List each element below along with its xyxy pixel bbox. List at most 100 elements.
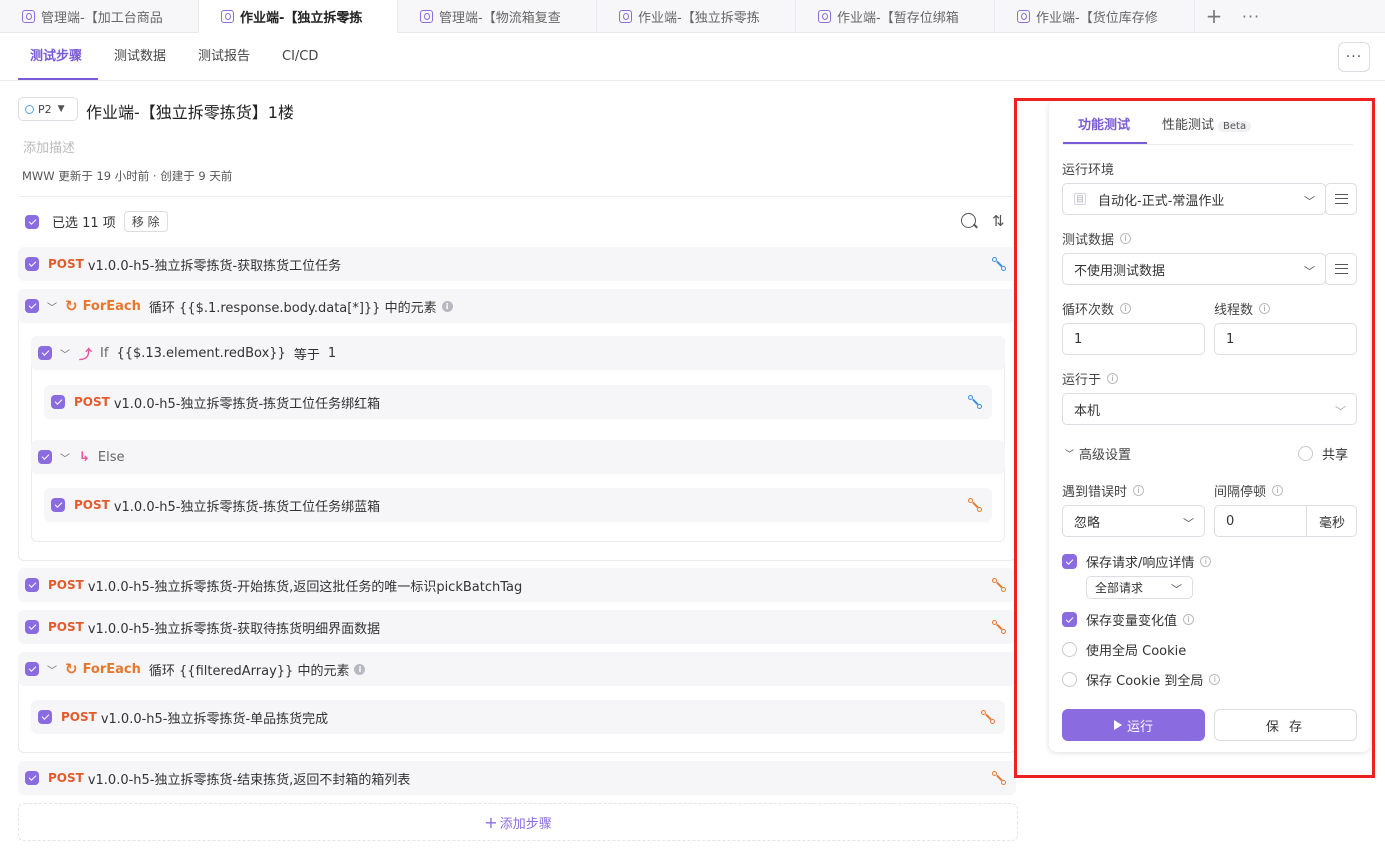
http-method: POST [48,771,84,785]
chevron-down-icon[interactable]: ﹀ [47,662,57,677]
link-icon[interactable] [992,257,1006,271]
plus-icon: + [484,812,498,832]
if-operator: 等于 [293,347,320,363]
step-path: v1.0.0-h5-独立拆零拣货-单品拣货完成 [100,711,329,727]
add-step-button[interactable]: + 添加步骤 [18,803,1018,841]
step-checkbox[interactable] [25,299,39,313]
step-checkbox[interactable] [51,395,65,409]
case-title[interactable]: 作业端-【独立拆零拣货】1楼 [86,99,294,123]
step-row[interactable]: POST v1.0.0-h5-独立拆零拣货-获取待拣货明细界面数据 [18,610,1016,644]
foreach-expression: 循环 {{$.1.response.body.data[*]}} 中的元素 [148,300,437,316]
else-header[interactable]: ﹀ ↳ Else [31,440,1005,474]
new-tab-plus-icon[interactable]: + [1195,0,1233,32]
search-icon[interactable] [961,213,976,228]
link-icon[interactable] [992,578,1006,592]
step-checkbox[interactable] [25,578,39,592]
step-row[interactable]: POST v1.0.0-h5-独立拆零拣货-结束拣货,返回不封箱的箱列表 [18,761,1016,795]
info-icon[interactable]: i [354,663,366,675]
api-case-icon [22,10,35,23]
step-checkbox[interactable] [38,450,52,464]
else-keyword: Else [97,449,125,465]
highlight-annotation-box [1014,98,1375,778]
loop-icon: ↻ [65,660,78,678]
foreach-keyword: ForEach [82,661,141,677]
step-checkbox[interactable] [51,498,65,512]
chevron-down-icon[interactable]: ﹀ [60,346,70,361]
http-method: POST [48,578,84,592]
foreach-keyword: ForEach [82,298,141,314]
foreach-header[interactable]: ﹀ ↻ ForEach 循环 {{filteredArray}} 中的元素 i [18,652,1016,686]
step-path: v1.0.0-h5-独立拆零拣货-拣货工位任务绑蓝箱 [113,499,381,515]
http-method: POST [48,257,84,271]
chevron-down-icon[interactable]: ﹀ [60,450,70,465]
chevron-down-icon: ▼ [57,104,65,114]
tab-test-report[interactable]: 测试报告 [198,33,250,81]
sub-tab-bar: 测试步骤 测试数据 测试报告 CI/CD [0,33,1385,81]
api-case-icon [818,10,831,23]
step-checkbox[interactable] [25,771,39,785]
http-method: POST [74,498,110,512]
tab-test-data[interactable]: 测试数据 [114,33,166,81]
api-case-icon [1017,10,1030,23]
step-row[interactable]: POST v1.0.0-h5-独立拆零拣货-拣货工位任务绑蓝箱 [44,488,992,522]
branch-icon: ↳ [79,449,90,465]
api-case-icon [619,10,632,23]
if-header[interactable]: ﹀ ⤴ If {{$.13.element.redBox}} 等于 1 [31,336,1005,370]
file-tab-bar: 管理端-【加工台商品 作业端-【独立拆零拣 管理端-【物流箱复查 作业端-【独立… [0,0,1385,33]
step-path: v1.0.0-h5-独立拆零拣货-获取待拣货明细界面数据 [87,621,381,637]
sort-icon[interactable]: ⇅ [992,212,1005,230]
api-case-icon [221,10,234,23]
step-checkbox[interactable] [25,257,39,271]
step-row[interactable]: POST v1.0.0-h5-独立拆零拣货-获取拣货工位任务 [18,247,1016,281]
step-path: v1.0.0-h5-独立拆零拣货-获取拣货工位任务 [87,258,342,274]
link-icon[interactable] [992,771,1006,785]
step-checkbox[interactable] [25,662,39,676]
step-path: v1.0.0-h5-独立拆零拣货-拣货工位任务绑红箱 [113,396,381,412]
http-method: POST [61,710,97,724]
step-row[interactable]: POST v1.0.0-h5-独立拆零拣货-拣货工位任务绑红箱 [44,385,992,419]
http-method: POST [48,620,84,634]
loop-icon: ↻ [65,297,78,315]
file-tab[interactable]: 作业端-【暂存位绑箱 [796,0,995,33]
case-meta: MWW 更新于 19 小时前 · 创建于 9 天前 [22,169,233,183]
if-condition: {{$.13.element.redBox}} [116,345,286,361]
tab-test-steps[interactable]: 测试步骤 [30,33,82,81]
ellipsis-icon: ··· [1345,49,1363,65]
selected-count: 已选 11 项 [52,216,116,231]
step-row[interactable]: POST v1.0.0-h5-独立拆零拣货-单品拣货完成 [31,700,1005,734]
description-field[interactable]: 添加描述 [23,137,75,156]
chevron-down-icon[interactable]: ﹀ [47,299,57,314]
info-icon[interactable]: i [441,300,453,312]
file-tab[interactable]: 管理端-【物流箱复查 [398,0,597,33]
link-icon[interactable] [981,710,995,724]
priority-dot-icon [25,104,34,114]
if-keyword: If [100,345,109,361]
api-case-icon [420,10,433,23]
foreach-expression: 循环 {{filteredArray}} 中的元素 [148,663,350,679]
selection-bar: 已选 11 项 移 除 [25,211,168,232]
link-icon[interactable] [968,395,982,409]
tab-ci-cd[interactable]: CI/CD [282,33,318,81]
priority-select[interactable]: P2 ▼ [18,97,78,121]
file-tab[interactable]: 作业端-【货位库存修 [995,0,1195,33]
file-tab[interactable]: 管理端-【加工台商品 [0,0,199,33]
foreach-header[interactable]: ﹀ ↻ ForEach 循环 {{$.1.response.body.data[… [18,289,1016,323]
branch-icon: ⤴ [79,347,93,363]
if-value: 1 [327,345,337,361]
step-path: v1.0.0-h5-独立拆零拣货-结束拣货,返回不封箱的箱列表 [87,772,411,788]
file-tab-active[interactable]: 作业端-【独立拆零拣 [199,0,398,33]
remove-button[interactable]: 移 除 [123,211,168,232]
more-options-button[interactable]: ··· [1338,42,1370,72]
active-tab-indicator [18,78,98,80]
file-tab[interactable]: 作业端-【独立拆零拣 [597,0,796,33]
step-checkbox[interactable] [38,346,52,360]
http-method: POST [74,395,110,409]
step-path: v1.0.0-h5-独立拆零拣货-开始拣货,返回这批任务的唯一标识pickBat… [87,579,523,595]
step-checkbox[interactable] [25,620,39,634]
link-icon[interactable] [968,498,982,512]
link-icon[interactable] [992,620,1006,634]
step-checkbox[interactable] [38,710,52,724]
step-row[interactable]: POST v1.0.0-h5-独立拆零拣货-开始拣货,返回这批任务的唯一标识pi… [18,568,1016,602]
select-all-checkbox[interactable] [25,214,39,229]
more-tabs-icon[interactable]: ··· [1233,0,1269,32]
